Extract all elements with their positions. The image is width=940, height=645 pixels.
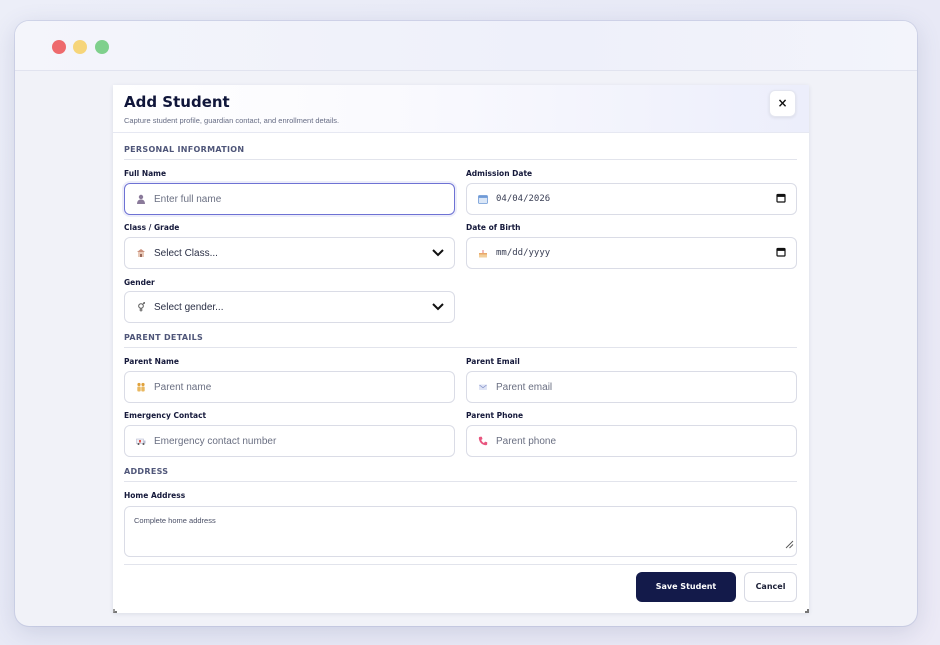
calendar-picker-icon[interactable] — [776, 190, 786, 208]
full-name-placeholder: Enter full name — [154, 193, 222, 205]
parent-phone-label: Parent Phone — [466, 411, 524, 420]
save-student-button[interactable]: Save Student — [636, 572, 736, 602]
parent-email-field[interactable]: Parent email — [466, 371, 797, 403]
modal-corner-mark — [113, 609, 117, 613]
window-close-dot[interactable] — [52, 40, 66, 54]
section-title-parent: PARENT DETAILS — [124, 333, 204, 342]
section-divider — [124, 159, 797, 160]
gender-label: Gender — [124, 278, 155, 287]
class-grade-select[interactable]: Select Class... — [124, 237, 455, 269]
section-title-address: ADDRESS — [124, 467, 169, 476]
gender-select[interactable]: Select gender... — [124, 291, 455, 323]
footer-divider — [124, 564, 797, 565]
full-name-label: Full Name — [124, 169, 167, 178]
section-divider — [124, 347, 797, 348]
window-minimize-dot[interactable] — [73, 40, 87, 54]
chevron-down-icon — [432, 298, 444, 316]
date-of-birth-value: mm/dd/yyyy — [496, 248, 551, 258]
parent-email-label: Parent Email — [466, 357, 520, 366]
ambulance-icon — [136, 436, 146, 446]
parent-name-field[interactable]: Parent name — [124, 371, 455, 403]
home-address-label: Home Address — [124, 491, 186, 500]
admission-date-input[interactable]: 04/04/2026 — [466, 183, 797, 215]
modal-subtitle: Capture student profile, guardian contac… — [124, 116, 340, 125]
add-student-modal: Add Student Capture student profile, gua… — [113, 85, 809, 613]
full-name-field[interactable]: Enter full name — [124, 183, 455, 215]
phone-icon — [478, 436, 488, 446]
class-grade-label: Class / Grade — [124, 223, 180, 232]
cake-icon — [478, 248, 488, 258]
gender-icon — [136, 302, 146, 312]
calendar-picker-icon[interactable] — [776, 244, 786, 262]
section-title-personal: PERSONAL INFORMATION — [124, 145, 245, 154]
date-of-birth-input[interactable]: mm/dd/yyyy — [466, 237, 797, 269]
modal-resize-corner[interactable] — [805, 609, 809, 613]
parent-name-label: Parent Name — [124, 357, 179, 366]
family-icon — [136, 382, 146, 392]
parent-phone-field[interactable]: Parent phone — [466, 425, 797, 457]
window-maximize-dot[interactable] — [95, 40, 109, 54]
close-icon: × — [777, 96, 788, 110]
emergency-contact-label: Emergency Contact — [124, 411, 207, 420]
close-button[interactable]: × — [769, 90, 796, 117]
modal-title: Add Student — [124, 93, 230, 111]
cancel-button[interactable]: Cancel — [744, 572, 797, 602]
home-address-textarea[interactable]: Complete home address — [124, 506, 797, 557]
gender-value: Select gender... — [154, 301, 224, 313]
class-grade-value: Select Class... — [154, 247, 218, 259]
modal-header: Add Student Capture student profile, gua… — [113, 85, 809, 133]
section-divider — [124, 481, 797, 482]
parent-phone-placeholder: Parent phone — [496, 435, 557, 447]
school-icon — [136, 248, 146, 258]
parent-name-placeholder: Parent name — [154, 381, 212, 393]
window-titlebar — [15, 21, 917, 71]
admission-date-label: Admission Date — [466, 169, 533, 178]
resize-handle-icon[interactable] — [785, 536, 794, 554]
emergency-contact-field[interactable]: Emergency contact number — [124, 425, 455, 457]
date-of-birth-label: Date of Birth — [466, 223, 521, 232]
user-icon — [136, 194, 146, 204]
chevron-down-icon — [432, 244, 444, 262]
home-address-placeholder: Complete home address — [134, 516, 216, 525]
admission-date-value: 04/04/2026 — [496, 194, 551, 204]
app-window: Add Student Capture student profile, gua… — [15, 21, 917, 626]
calendar-icon — [478, 194, 488, 204]
parent-email-placeholder: Parent email — [496, 381, 553, 393]
emergency-contact-placeholder: Emergency contact number — [154, 435, 277, 447]
email-icon — [478, 382, 488, 392]
